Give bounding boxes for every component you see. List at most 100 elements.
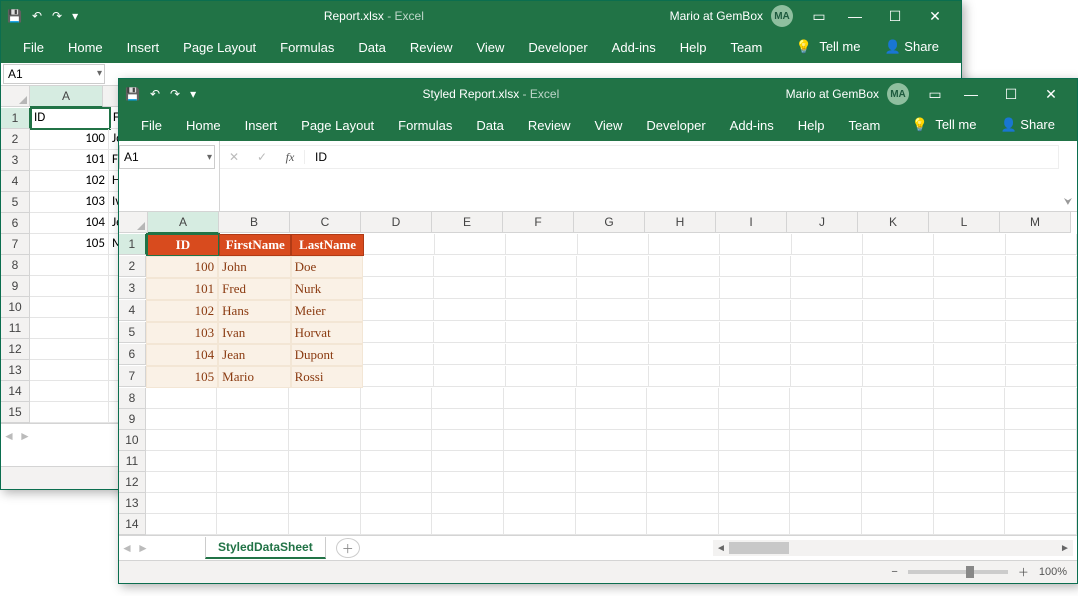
cell[interactable] [863, 322, 934, 343]
save-icon[interactable]: 💾 [125, 87, 140, 101]
chevron-down-icon[interactable]: ▾ [207, 152, 212, 163]
cell[interactable] [361, 493, 433, 514]
cell[interactable] [217, 493, 289, 514]
cell[interactable] [363, 256, 434, 277]
cell[interactable] [146, 430, 218, 451]
ribbon-tab-developer[interactable]: Developer [516, 40, 599, 55]
expand-formula-bar-icon[interactable]: ⮟ [1059, 141, 1077, 211]
cell[interactable] [934, 493, 1006, 514]
ribbon-tab-page-layout[interactable]: Page Layout [171, 40, 268, 55]
column-header[interactable]: A [30, 86, 103, 108]
cell[interactable] [361, 472, 433, 493]
maximize-button[interactable]: ☐ [875, 1, 915, 31]
cell[interactable] [862, 451, 934, 472]
cell[interactable] [934, 472, 1006, 493]
cell[interactable] [577, 344, 648, 365]
cell[interactable]: 102 [146, 300, 218, 322]
cell[interactable] [720, 278, 791, 299]
cell[interactable] [647, 409, 719, 430]
cell[interactable] [719, 388, 791, 409]
cell[interactable] [1005, 472, 1077, 493]
cell[interactable] [863, 256, 934, 277]
cell[interactable] [1006, 256, 1077, 277]
ribbon-tab-view[interactable]: View [464, 40, 516, 55]
cell[interactable] [289, 409, 361, 430]
cell[interactable]: 101 [146, 278, 218, 300]
cell[interactable] [30, 339, 109, 360]
cell[interactable] [146, 388, 218, 409]
cell[interactable]: 105 [146, 366, 218, 388]
titlebar[interactable]: 💾 ↶ ↷ ▾ Report.xlsx - Excel Mario at Gem… [1, 1, 961, 31]
cell[interactable] [506, 366, 577, 387]
close-button[interactable]: ✕ [1031, 79, 1071, 109]
cell[interactable] [1006, 366, 1077, 387]
cell[interactable] [146, 514, 218, 535]
cell[interactable] [1005, 493, 1077, 514]
ribbon-tab-team[interactable]: Team [719, 40, 775, 55]
select-all-button[interactable] [119, 212, 148, 233]
cell[interactable]: 103 [30, 192, 109, 213]
row-header[interactable]: 10 [1, 297, 30, 318]
row-header[interactable]: 9 [119, 409, 146, 430]
cell[interactable] [863, 278, 934, 299]
cell[interactable]: John [218, 256, 290, 278]
cell[interactable] [934, 514, 1006, 535]
row-header[interactable]: 12 [119, 472, 146, 493]
cell[interactable]: Meier [291, 300, 363, 322]
cell[interactable] [289, 472, 361, 493]
cell[interactable]: ID [31, 108, 110, 129]
cell[interactable] [934, 388, 1006, 409]
cell[interactable] [1005, 514, 1077, 535]
save-icon[interactable]: 💾 [7, 9, 22, 23]
cell[interactable] [720, 300, 791, 321]
cell[interactable] [434, 278, 505, 299]
cell[interactable] [1005, 451, 1077, 472]
cell[interactable] [30, 381, 109, 402]
cell[interactable] [862, 493, 934, 514]
close-button[interactable]: ✕ [915, 1, 955, 31]
cell[interactable] [863, 234, 934, 255]
row-header[interactable]: 3 [1, 150, 30, 171]
cell[interactable] [649, 322, 720, 343]
cell[interactable] [363, 322, 434, 343]
cell[interactable] [506, 256, 577, 277]
cell[interactable] [434, 366, 505, 387]
cell[interactable]: LastName [291, 234, 363, 256]
cell[interactable] [934, 278, 1005, 299]
row-header[interactable]: 6 [119, 344, 146, 365]
cell[interactable] [146, 472, 218, 493]
cell[interactable] [790, 388, 862, 409]
tell-me[interactable]: 💡 Tell me [784, 39, 873, 55]
row-header[interactable]: 4 [119, 300, 146, 321]
cell[interactable] [30, 255, 109, 276]
avatar[interactable]: MA [887, 83, 909, 105]
tab-scroll-right-icon[interactable]: ► [135, 541, 151, 555]
cell[interactable] [361, 451, 433, 472]
row-header[interactable]: 11 [119, 451, 146, 472]
cell[interactable]: Dupont [291, 344, 363, 366]
ribbon-tab-data[interactable]: Data [464, 118, 515, 133]
cell[interactable] [792, 234, 863, 255]
cell[interactable] [649, 366, 720, 387]
cell[interactable] [934, 409, 1006, 430]
avatar[interactable]: MA [771, 5, 793, 27]
tab-scroll-right-icon[interactable]: ► [17, 429, 33, 443]
row-header[interactable]: 8 [1, 255, 30, 276]
cell[interactable] [30, 276, 109, 297]
cell[interactable] [647, 472, 719, 493]
cell[interactable] [30, 297, 109, 318]
cell[interactable] [577, 366, 648, 387]
ribbon-options-icon[interactable]: ▭ [803, 1, 835, 31]
cell[interactable] [647, 430, 719, 451]
cell[interactable]: 101 [30, 150, 109, 171]
cell[interactable]: ID [147, 234, 219, 256]
cell[interactable] [1005, 409, 1077, 430]
new-sheet-button[interactable]: ＋ [336, 538, 360, 558]
cell[interactable] [720, 234, 791, 255]
column-header[interactable]: C [290, 212, 361, 233]
undo-icon[interactable]: ↶ [150, 87, 160, 101]
enter-formula-icon[interactable]: ✓ [248, 150, 276, 164]
cell[interactable] [1005, 388, 1077, 409]
cell[interactable] [719, 514, 791, 535]
cell[interactable] [1006, 234, 1077, 255]
